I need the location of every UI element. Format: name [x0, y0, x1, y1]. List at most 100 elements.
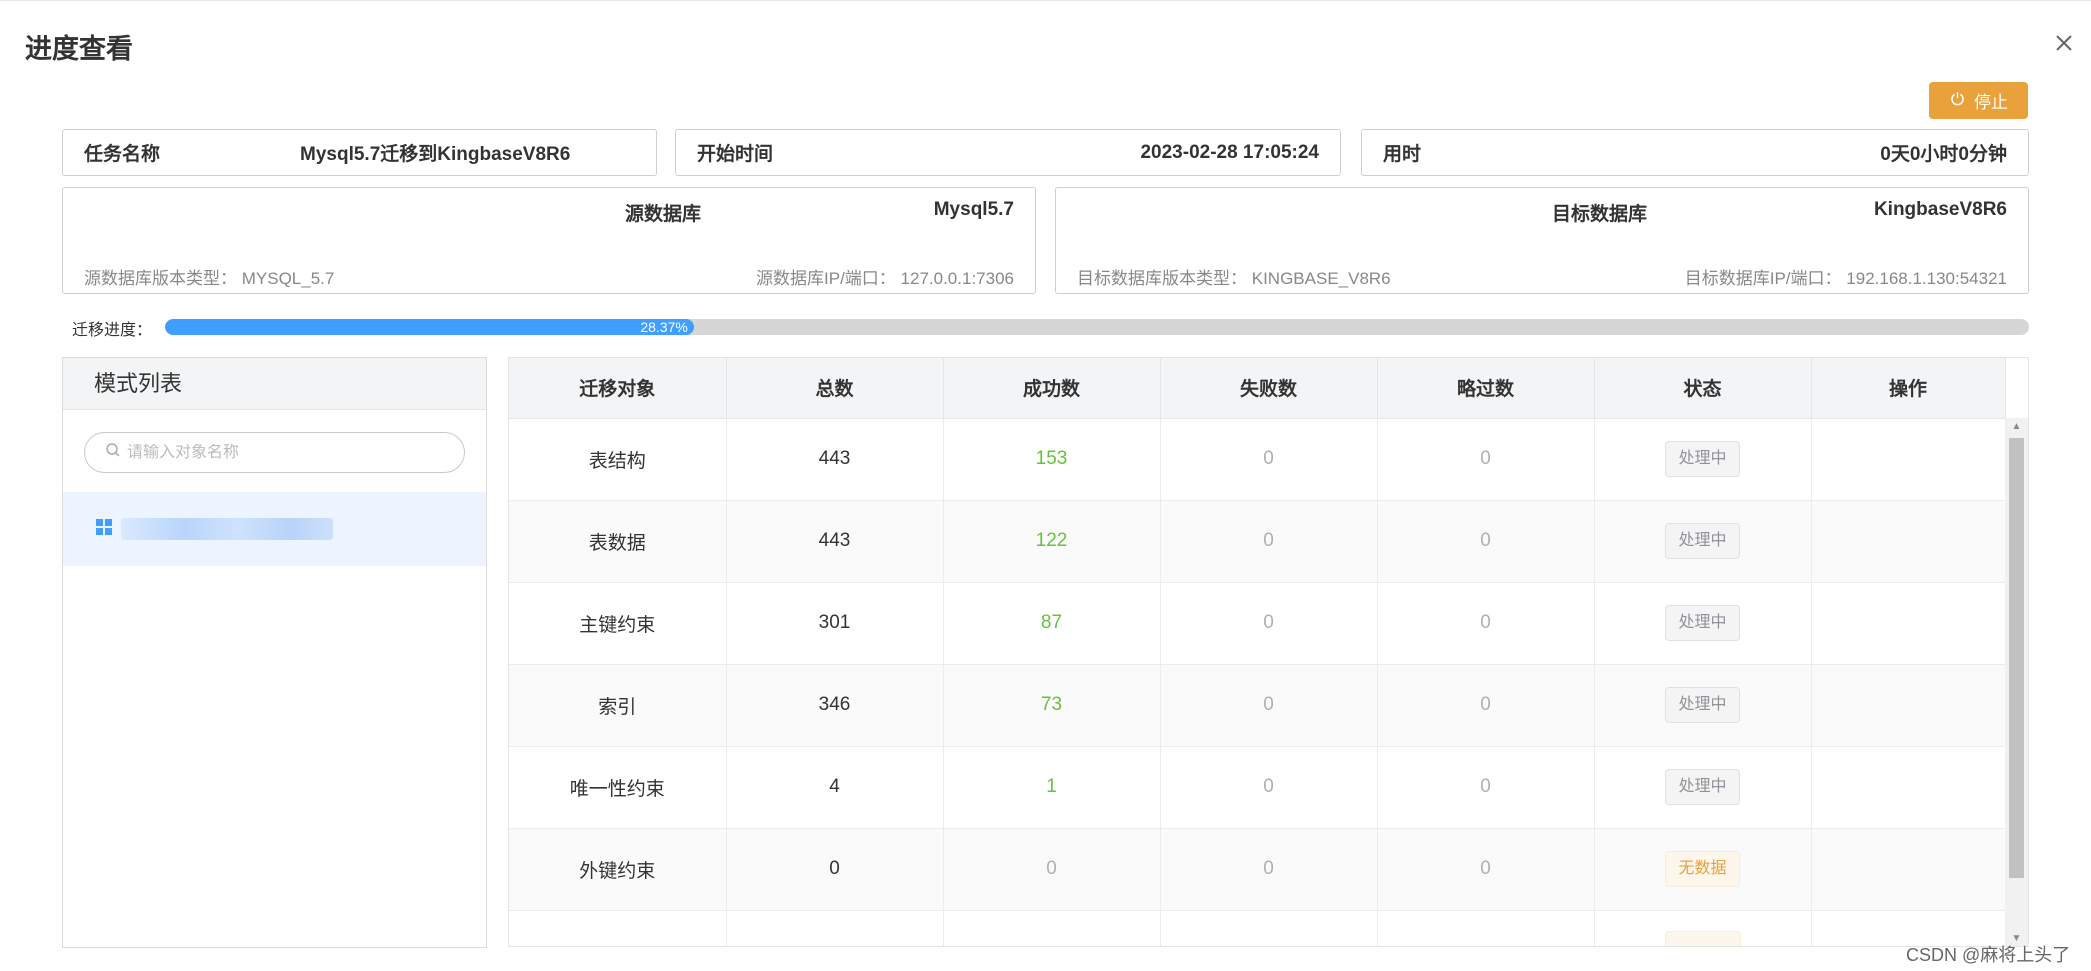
cell-object: 表数据	[509, 500, 727, 583]
cell-object: 外键约束	[509, 828, 727, 911]
target-db-ip-value: 192.168.1.130:54321	[1846, 269, 2007, 288]
cell-status: 处理中	[1594, 418, 1812, 501]
cell-action	[1811, 828, 2006, 911]
cell-total: 346	[726, 664, 944, 747]
cell-action	[1811, 746, 2006, 829]
start-time-value: 2023-02-28 17:05:24	[1140, 141, 1319, 163]
cell-success	[943, 910, 1161, 946]
target-db-version: 目标数据库版本类型： KINGBASE_V8R6	[1077, 264, 1391, 289]
cell-action	[1811, 418, 2006, 501]
cell-success: 153	[943, 418, 1161, 501]
elapsed-value: 0天0小时0分钟	[1880, 144, 2007, 165]
close-icon[interactable]	[2050, 29, 2078, 57]
cell-status: 处理中	[1594, 500, 1812, 583]
status-badge-partial	[1664, 930, 1741, 946]
stop-label: 停止	[1974, 93, 2008, 112]
cell-status: 处理中	[1594, 582, 1812, 665]
table-row: 外键约束 0 0 0 0 无数据	[509, 828, 2006, 911]
source-db-ip-value: 127.0.0.1:7306	[900, 269, 1014, 288]
stop-button[interactable]: 停止	[1929, 82, 2028, 119]
cell-total: 443	[726, 500, 944, 583]
cell-object: 表结构	[509, 418, 727, 501]
cell-failed	[1160, 910, 1378, 946]
cell-object: 索引	[509, 664, 727, 747]
task-name-label: 任务名称	[84, 144, 161, 165]
cell-failed: 0	[1160, 500, 1378, 583]
cell-skipped: 0	[1377, 664, 1595, 747]
cell-failed: 0	[1160, 828, 1378, 911]
table-header-row: 迁移对象 总数 成功数 失败数 略过数 状态 操作	[509, 358, 2006, 419]
target-db-title: 目标数据库	[1552, 204, 1648, 225]
start-time-label: 开始时间	[697, 144, 774, 165]
search-icon	[105, 442, 121, 463]
source-db-version-label: 源数据库版本类型：	[84, 269, 237, 288]
progress-fill: 28.37%	[165, 319, 694, 335]
cell-total: 0	[726, 828, 944, 911]
cell-skipped: 0	[1377, 418, 1595, 501]
cell-action	[1811, 664, 2006, 747]
schema-list-item[interactable]	[63, 492, 486, 566]
col-header-failed: 失败数	[1160, 358, 1378, 419]
cell-status: 处理中	[1594, 664, 1812, 747]
col-header-total: 总数	[726, 358, 944, 419]
cell-status: 处理中	[1594, 746, 1812, 829]
target-db-ip-label: 目标数据库IP/端口：	[1684, 269, 1842, 288]
target-db-name: KingbaseV8R6	[1873, 199, 2007, 220]
cell-failed: 0	[1160, 418, 1378, 501]
table-row: 表数据 443 122 0 0 处理中	[509, 500, 2006, 583]
cell-failed: 0	[1160, 664, 1378, 747]
progress-text: 28.37%	[640, 319, 688, 335]
schema-search-box[interactable]	[84, 432, 465, 473]
cell-object	[509, 910, 727, 946]
source-db-version: 源数据库版本类型： MYSQL_5.7	[84, 264, 334, 289]
dialog-title: 进度查看	[25, 34, 133, 64]
cell-failed: 0	[1160, 582, 1378, 665]
status-badge: 无数据	[1665, 851, 1740, 887]
cell-failed: 0	[1160, 746, 1378, 829]
task-name-box: 任务名称 Mysql5.7迁移到KingbaseV8R6	[62, 129, 657, 176]
schema-list-title: 模式列表	[63, 358, 486, 410]
table-row: 索引 346 73 0 0 处理中	[509, 664, 2006, 747]
target-db-version-value: KINGBASE_V8R6	[1251, 269, 1391, 288]
target-db-card: 目标数据库 KingbaseV8R6 目标数据库版本类型： KINGBASE_V…	[1055, 187, 2029, 294]
scroll-thumb[interactable]	[2009, 438, 2024, 878]
status-badge: 处理中	[1665, 523, 1740, 559]
progress-bar: 28.37%	[165, 319, 2029, 335]
cell-action	[1811, 500, 2006, 583]
col-header-object: 迁移对象	[509, 358, 727, 419]
cell-total: 301	[726, 582, 944, 665]
source-db-title: 源数据库	[625, 204, 702, 225]
cell-success: 122	[943, 500, 1161, 583]
col-header-skipped: 略过数	[1377, 358, 1595, 419]
cell-success: 73	[943, 664, 1161, 747]
col-header-status: 状态	[1594, 358, 1812, 419]
cell-success: 0	[943, 828, 1161, 911]
cell-total	[726, 910, 944, 946]
target-db-address: 目标数据库IP/端口： 192.168.1.130:54321	[1685, 264, 2007, 289]
cell-status: 无数据	[1594, 828, 1812, 911]
cell-skipped: 0	[1377, 500, 1595, 583]
col-header-success: 成功数	[943, 358, 1161, 419]
status-badge: 处理中	[1665, 687, 1740, 723]
target-db-version-label: 目标数据库版本类型：	[1077, 269, 1247, 288]
cell-action	[1811, 582, 2006, 665]
progress-dialog: 进度查看 停止 任务名称 Mysql5.7迁移到KingbaseV8R6 开始时…	[0, 0, 2091, 971]
cell-success: 87	[943, 582, 1161, 665]
status-badge: 处理中	[1665, 605, 1740, 641]
col-header-action: 操作	[1811, 358, 2006, 419]
source-db-card: 源数据库 Mysql5.7 源数据库版本类型： MYSQL_5.7 源数据库IP…	[62, 187, 1036, 294]
cell-skipped: 0	[1377, 582, 1595, 665]
status-badge: 处理中	[1665, 441, 1740, 477]
source-db-name: Mysql5.7	[933, 199, 1014, 220]
table-row: 表结构 443 153 0 0 处理中	[509, 418, 2006, 501]
cell-object: 主键约束	[509, 582, 727, 665]
source-db-address: 源数据库IP/端口： 127.0.0.1:7306	[756, 264, 1014, 289]
table-row: 唯一性约束 4 1 0 0 处理中	[509, 746, 2006, 829]
cell-skipped	[1377, 910, 1595, 946]
source-db-version-value: MYSQL_5.7	[241, 269, 335, 288]
schema-search-input[interactable]	[127, 443, 447, 462]
cell-total: 443	[726, 418, 944, 501]
table-row-partial	[509, 910, 2006, 946]
scroll-up-arrow-icon[interactable]: ▲	[2005, 418, 2028, 434]
table-scrollbar[interactable]: ▲ ▼	[2005, 418, 2028, 946]
